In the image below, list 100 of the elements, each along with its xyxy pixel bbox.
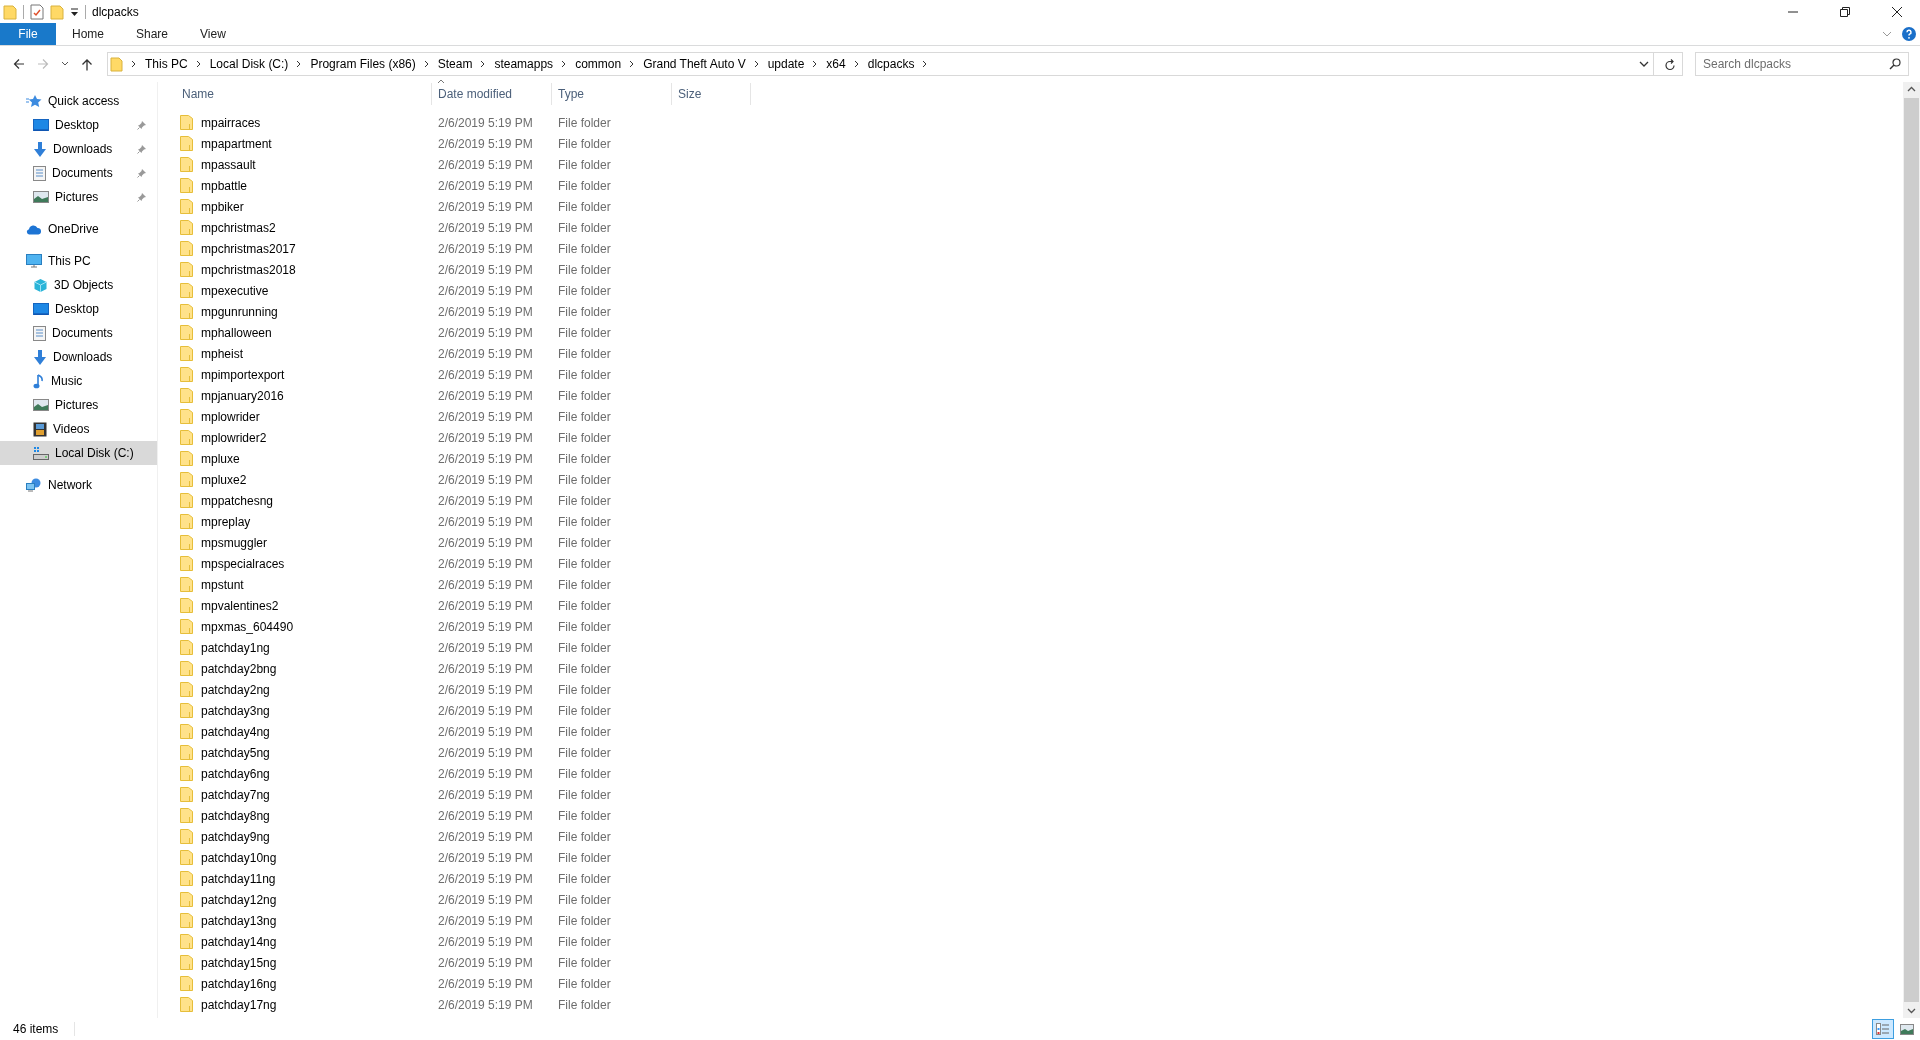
- file-name[interactable]: mpbattle: [201, 178, 248, 193]
- chevron-right-icon[interactable]: [753, 60, 760, 68]
- file-name[interactable]: patchday14ng: [201, 934, 277, 949]
- search-field[interactable]: Search dlcpacks: [1695, 52, 1909, 76]
- sidebar-item[interactable]: Pictures: [0, 393, 157, 417]
- details-view-button[interactable]: [1872, 1019, 1894, 1039]
- sidebar-item[interactable]: 3D Objects: [0, 273, 157, 297]
- file-name[interactable]: mpspecialraces: [201, 556, 285, 571]
- file-name[interactable]: mpchristmas2: [201, 220, 276, 235]
- breadcrumb-item[interactable]: x64: [826, 57, 846, 71]
- chevron-right-icon[interactable]: [480, 60, 487, 68]
- file-name[interactable]: patchday9ng: [201, 829, 270, 844]
- chevron-up-icon[interactable]: [1907, 86, 1916, 92]
- file-name[interactable]: mpreplay: [201, 514, 251, 529]
- refresh-icon[interactable]: [1664, 57, 1676, 71]
- file-name[interactable]: patchday2bng: [201, 661, 277, 676]
- sidebar-item[interactable]: Desktop: [0, 113, 157, 137]
- restore-icon[interactable]: [1839, 5, 1851, 18]
- file-name[interactable]: patchday16ng: [201, 976, 277, 991]
- column-header[interactable]: Name: [176, 83, 432, 105]
- file-name[interactable]: patchday15ng: [201, 955, 277, 970]
- pin-icon[interactable]: [137, 120, 147, 130]
- file-name[interactable]: patchday5ng: [201, 745, 270, 760]
- file-name[interactable]: mpassault: [201, 157, 256, 172]
- file-name[interactable]: mpchristmas2018: [201, 262, 296, 277]
- chevron-right-icon[interactable]: [922, 60, 929, 68]
- file-name[interactable]: mpexecutive: [201, 283, 269, 298]
- file-name[interactable]: mpjanuary2016: [201, 388, 284, 403]
- file-name[interactable]: mpimportexport: [201, 367, 285, 382]
- file-name[interactable]: mpheist: [201, 346, 244, 361]
- file-name[interactable]: mphalloween: [201, 325, 272, 340]
- pin-icon[interactable]: [137, 192, 147, 202]
- file-name[interactable]: patchday11ng: [201, 871, 276, 886]
- sidebar-item[interactable]: Documents: [0, 321, 157, 345]
- file-name[interactable]: mplowrider2: [201, 430, 267, 445]
- scrollbar[interactable]: [1903, 82, 1920, 1018]
- file-name[interactable]: mpluxe2: [201, 472, 247, 487]
- chevron-down-icon[interactable]: [1639, 60, 1649, 68]
- file-name[interactable]: mpgunrunning: [201, 304, 278, 319]
- column-header[interactable]: Size: [672, 83, 751, 105]
- address-bar[interactable]: This PC Local Disk (C:) Program Files (x86) Steam steamapps common Grand Theft Auto V update x64 dlcpacks: [107, 52, 1683, 76]
- sidebar-item[interactable]: Pictures: [0, 185, 157, 209]
- file-name[interactable]: patchday6ng: [201, 766, 270, 781]
- sidebar-item[interactable]: Music: [0, 369, 157, 393]
- file-name[interactable]: patchday13ng: [201, 913, 277, 928]
- sidebar-item[interactable]: Downloads: [0, 137, 157, 161]
- chevron-right-icon[interactable]: [131, 60, 137, 68]
- file-name[interactable]: mppatchesng: [201, 493, 274, 508]
- dropdown-icon[interactable]: [70, 6, 79, 17]
- file-name[interactable]: patchday12ng: [201, 892, 277, 907]
- pin-icon[interactable]: [137, 144, 147, 154]
- file-name[interactable]: patchday4ng: [201, 724, 270, 739]
- column-header[interactable]: Date modified: [432, 83, 552, 105]
- search-icon[interactable]: [1889, 58, 1901, 70]
- sidebar-item[interactable]: Documents: [0, 161, 157, 185]
- breadcrumb-item[interactable]: Grand Theft Auto V: [643, 57, 746, 71]
- file-name[interactable]: patchday1ng: [201, 640, 270, 655]
- file-name[interactable]: patchday8ng: [201, 808, 270, 823]
- properties-icon[interactable]: [30, 3, 44, 20]
- column-header[interactable]: Type: [552, 83, 672, 105]
- sidebar-item[interactable]: Videos: [0, 417, 157, 441]
- file-name[interactable]: mpairraces: [201, 115, 261, 130]
- sidebar-item[interactable]: Desktop: [0, 297, 157, 321]
- file-name[interactable]: patchday17ng: [201, 997, 277, 1012]
- breadcrumb-item[interactable]: Program Files (x86): [310, 57, 416, 71]
- breadcrumb-item[interactable]: common: [575, 57, 622, 71]
- ribbon-tab[interactable]: Home: [56, 23, 120, 45]
- breadcrumb-item[interactable]: Local Disk (C:): [209, 57, 289, 71]
- sidebar-item[interactable]: This PC: [0, 249, 157, 273]
- sidebar-item[interactable]: Downloads: [0, 345, 157, 369]
- file-name[interactable]: mpluxe: [201, 451, 240, 466]
- pin-icon[interactable]: [137, 168, 147, 178]
- breadcrumb-item[interactable]: This PC: [145, 57, 188, 71]
- close-icon[interactable]: [1891, 5, 1903, 18]
- sidebar-item[interactable]: Quick access: [0, 89, 157, 113]
- chevron-right-icon[interactable]: [853, 60, 860, 68]
- sidebar-item[interactable]: Local Disk (C:): [0, 441, 157, 465]
- file-name[interactable]: mpapartment: [201, 136, 272, 151]
- breadcrumb-item[interactable]: dlcpacks: [867, 57, 915, 71]
- file-name[interactable]: patchday10ng: [201, 850, 277, 865]
- file-name[interactable]: mpsmuggler: [201, 535, 268, 550]
- chevron-right-icon[interactable]: [423, 60, 430, 68]
- chevron-right-icon[interactable]: [629, 60, 636, 68]
- file-name[interactable]: patchday2ng: [201, 682, 270, 697]
- chevron-down-icon[interactable]: [1907, 1008, 1916, 1014]
- breadcrumb-item[interactable]: update: [767, 57, 805, 71]
- back-arrow-icon[interactable]: [13, 58, 25, 70]
- sidebar-item[interactable]: OneDrive: [0, 217, 157, 241]
- chevron-right-icon[interactable]: [812, 60, 819, 68]
- breadcrumb-item[interactable]: steamapps: [494, 57, 554, 71]
- help-icon[interactable]: [1902, 27, 1916, 41]
- chevron-right-icon[interactable]: [296, 60, 303, 68]
- file-name[interactable]: mpxmas_604490: [201, 619, 294, 634]
- file-name[interactable]: mpchristmas2017: [201, 241, 296, 256]
- file-name[interactable]: mpvalentines2: [201, 598, 279, 613]
- chevron-down-icon[interactable]: [61, 61, 69, 67]
- file-name[interactable]: mplowrider: [201, 409, 260, 424]
- chevron-right-icon[interactable]: [561, 60, 568, 68]
- ribbon-tab[interactable]: View: [184, 23, 242, 45]
- file-name[interactable]: mpbiker: [201, 199, 244, 214]
